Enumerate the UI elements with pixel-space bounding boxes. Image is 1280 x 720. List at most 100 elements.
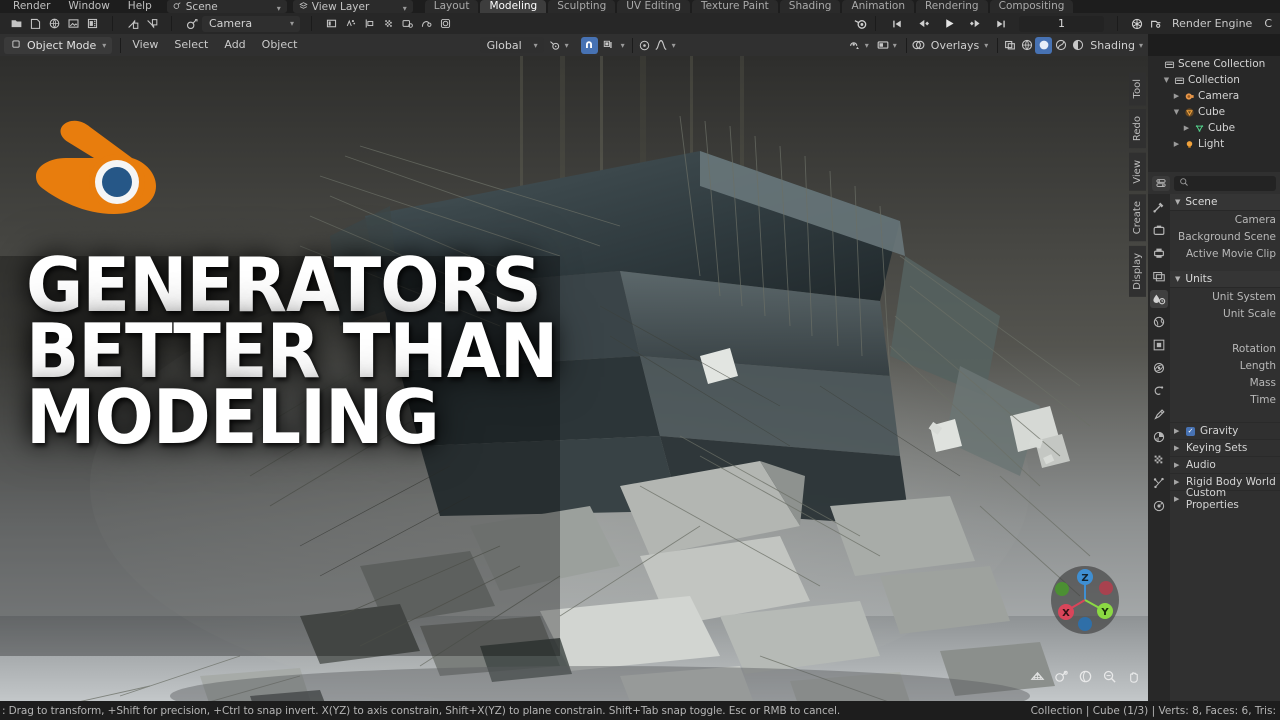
panel-gravity[interactable]: ▶ ✓ Gravity [1170,422,1280,439]
open-file-icon[interactable] [27,15,44,32]
snap-magnet-toggle[interactable] [580,36,598,54]
unit-system-row[interactable]: Unit System [1170,288,1280,305]
disclosure-closed-icon[interactable]: ▶ [1172,140,1181,148]
rotate-view-icon[interactable] [1077,668,1094,685]
viewport-side-tab-view[interactable]: View [1128,152,1146,191]
mass-row[interactable]: Mass [1170,374,1280,391]
properties-search-input[interactable] [1174,175,1276,191]
new-file-icon[interactable] [8,15,25,32]
time-row[interactable]: Time [1170,391,1280,408]
disclosure-open-icon[interactable]: ▼ [1172,108,1181,116]
render-region-icon[interactable] [323,15,340,32]
constraint-properties-tab-icon[interactable] [1150,405,1168,423]
transform-orientation-selector[interactable]: Global ▾ [479,37,544,53]
freestyle-icon[interactable] [418,15,435,32]
disclosure-closed-icon[interactable]: ▶ [1182,124,1191,132]
shading-material-preview-icon[interactable] [1052,37,1069,54]
globe-icon[interactable] [46,15,63,32]
panel-custom-properties[interactable]: ▶ Custom Properties [1170,487,1280,511]
xray-toggle-icon[interactable] [1001,37,1018,54]
3d-viewport[interactable]: GENERATORS BETTER THAN MODELING Z X Y [0,56,1148,701]
workspace-tab-modeling[interactable]: Modeling [480,0,547,13]
checker-icon[interactable] [380,15,397,32]
holdout-icon[interactable] [342,15,359,32]
viewport-side-tab-display[interactable]: Display [1128,245,1146,297]
viewport-side-tab-redo[interactable]: Redo [1128,109,1146,149]
menu-select[interactable]: Select [166,34,216,56]
render-properties-tab-icon[interactable] [1150,221,1168,239]
scene-camera-row[interactable]: Camera [1170,211,1280,228]
viewport-side-tab-tool[interactable]: Tool [1128,72,1146,106]
filter-icon[interactable] [1152,175,1170,191]
output-properties-icon[interactable] [1148,15,1165,32]
outliner-row-light[interactable]: ▶ Light [1148,136,1280,152]
data-properties-tab-icon[interactable] [1150,428,1168,446]
current-frame-field[interactable]: 1 [1018,15,1104,32]
workspace-tab-rendering[interactable]: Rendering [915,0,988,13]
disclosure-closed-icon[interactable]: ▶ [1172,92,1181,100]
workspace-tab-texture-paint[interactable]: Texture Paint [692,0,778,13]
camera-selector[interactable]: Camera ▾ [202,15,300,32]
indirect-only-icon[interactable] [361,15,378,32]
texture-properties-tab-icon[interactable] [1150,497,1168,515]
film-icon[interactable] [84,15,101,32]
outliner-row-cube[interactable]: ▶ Cube [1148,120,1280,136]
shading-wireframe-icon[interactable] [1018,37,1035,54]
workspace-tab-sculpting[interactable]: Sculpting [548,0,616,13]
menu-view[interactable]: View [124,34,166,56]
interaction-mode-selector[interactable]: Object Mode ▾ [4,36,113,54]
workspace-tab-uv-editing[interactable]: UV Editing [617,0,691,13]
render-properties-icon[interactable] [1129,15,1146,32]
background-scene-row[interactable]: Background Scene [1170,228,1280,245]
overlays-label[interactable]: Overlays [927,39,984,52]
workspace-tab-shading[interactable]: Shading [779,0,841,13]
outliner-row-scene-collection[interactable]: Scene Collection [1148,56,1280,72]
navigation-gizmo[interactable]: Z X Y [1048,563,1122,641]
link-append-icon[interactable] [124,15,141,32]
render-engine-value-clipped[interactable]: C [1254,17,1272,30]
view-layer-properties-tab-icon[interactable] [1150,267,1168,285]
image-icon[interactable] [65,15,82,32]
append-icon[interactable] [143,15,160,32]
active-movie-clip-row[interactable]: Active Movie Clip [1170,245,1280,262]
shading-rendered-icon[interactable] [1069,37,1086,54]
scene-selector[interactable]: Scene ▾ [166,0,287,13]
falloff-curve-icon[interactable] [653,37,670,54]
output-properties-tab-icon[interactable] [1150,244,1168,262]
panel-keying-sets[interactable]: ▶ Keying Sets [1170,439,1280,456]
disclosure-closed-icon[interactable]: ▶ [1174,461,1181,469]
object-properties-tab-icon[interactable] [1150,336,1168,354]
gravity-checkbox[interactable]: ✓ [1186,426,1195,436]
particles-properties-tab-icon[interactable] [1150,474,1168,492]
workspace-tab-compositing[interactable]: Compositing [989,0,1074,13]
render-settings-icon[interactable] [399,15,416,32]
disclosure-closed-icon[interactable]: ▶ [1174,495,1181,503]
physics-properties-tab-icon[interactable] [1150,382,1168,400]
disclosure-closed-icon[interactable]: ▶ [1174,427,1181,435]
previous-keyframe-icon[interactable] [915,15,932,32]
unit-scale-row[interactable]: Unit Scale [1170,305,1280,322]
snap-target-icon[interactable] [600,37,617,54]
proportional-editing-toggle[interactable] [636,37,653,54]
workspace-tab-animation[interactable]: Animation [842,0,914,13]
toggle-camera-perspective-icon[interactable] [1029,668,1046,685]
rotation-row[interactable]: Rotation [1170,340,1280,357]
menu-add[interactable]: Add [216,34,253,56]
outliner-row-camera[interactable]: ▶ Camera [1148,88,1280,104]
gizmo-toggle-icon[interactable] [875,37,892,54]
zoom-view-icon[interactable] [1101,668,1118,685]
material-properties-tab-icon[interactable] [1150,451,1168,469]
panel-audio[interactable]: ▶ Audio [1170,456,1280,473]
scene-panel-header[interactable]: ▼ Scene [1170,194,1280,211]
menu-object[interactable]: Object [254,34,306,56]
viewlayer-circle-icon[interactable] [437,15,454,32]
workspace-tab-layout[interactable]: Layout [424,0,479,13]
menu-window[interactable]: Window [59,0,118,13]
scene-properties-tab-icon[interactable] [1150,290,1168,308]
view-layer-selector[interactable]: View Layer ▾ [292,0,413,13]
next-keyframe-icon[interactable] [967,15,984,32]
jump-to-start-icon[interactable] [889,15,906,32]
disclosure-open-icon[interactable]: ▼ [1162,76,1171,84]
menu-render[interactable]: Render [4,0,59,13]
visibility-selectability-icon[interactable] [847,37,864,54]
